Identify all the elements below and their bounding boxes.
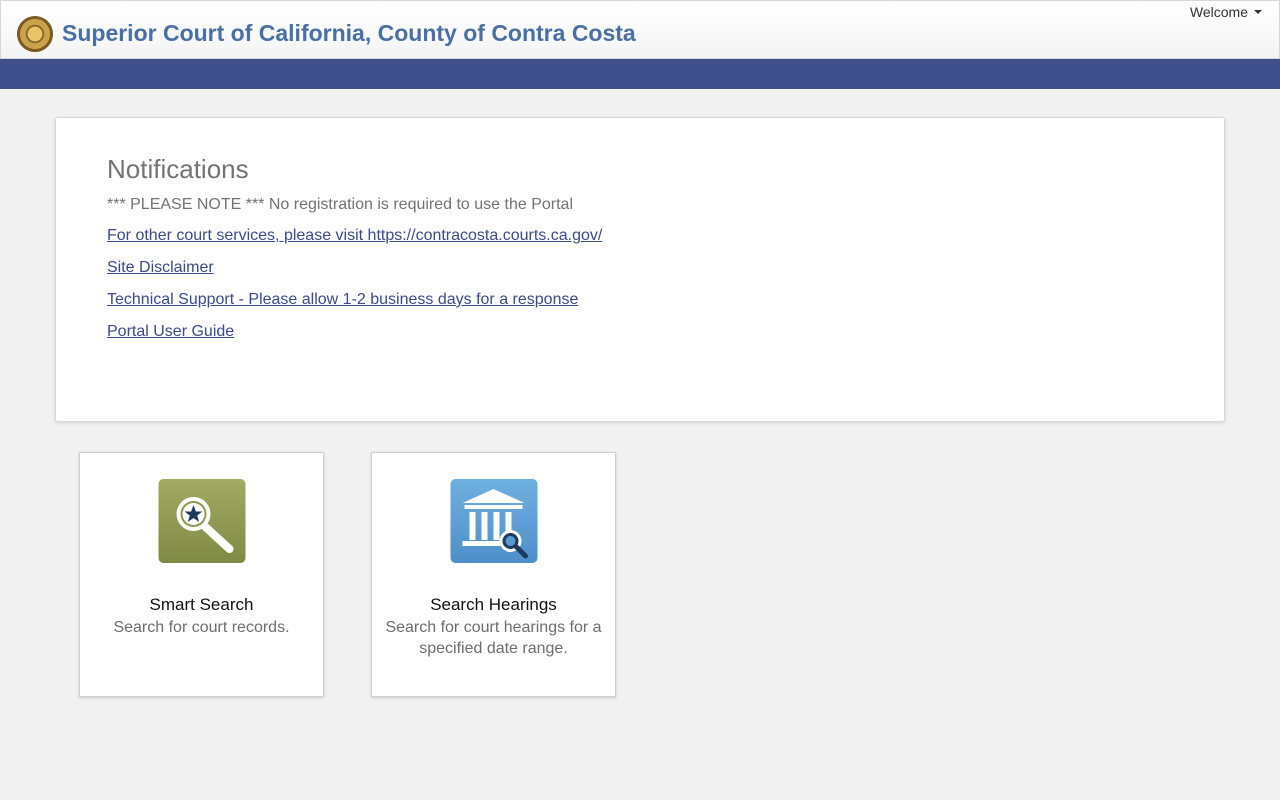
welcome-label: Welcome [1189,4,1248,20]
notifications-panel: Notifications *** PLEASE NOTE *** No reg… [55,117,1225,422]
search-hearings-tile[interactable]: Search Hearings Search for court hearing… [371,452,616,697]
court-services-link[interactable]: For other court services, please visit h… [107,227,602,245]
search-hearings-title: Search Hearings [430,595,557,614]
smart-search-tile[interactable]: Smart Search Search for court records. [79,452,324,697]
welcome-dropdown[interactable]: Welcome [1190,4,1262,20]
technical-support-link[interactable]: Technical Support - Please allow 1-2 bus… [107,291,578,309]
site-disclaimer-link[interactable]: Site Disclaimer [107,259,214,277]
smart-search-description: Search for court records. [113,619,290,636]
magnifier-star-icon [158,479,245,563]
portal-user-guide-link[interactable]: Portal User Guide [107,323,234,341]
registration-note: *** PLEASE NOTE *** No registration is r… [107,196,573,213]
caret-down-icon [1254,10,1262,14]
site-title[interactable]: Superior Court of California, County of … [62,20,636,47]
search-hearings-description: Search for court hearings for a specifie… [385,619,602,657]
courthouse-search-icon [450,479,537,563]
navigation-bar [0,59,1280,89]
smart-search-title: Smart Search [149,595,254,614]
california-seal-icon [17,16,53,52]
header: Superior Court of California, County of … [0,0,1280,59]
notifications-title: Notifications [107,154,249,184]
